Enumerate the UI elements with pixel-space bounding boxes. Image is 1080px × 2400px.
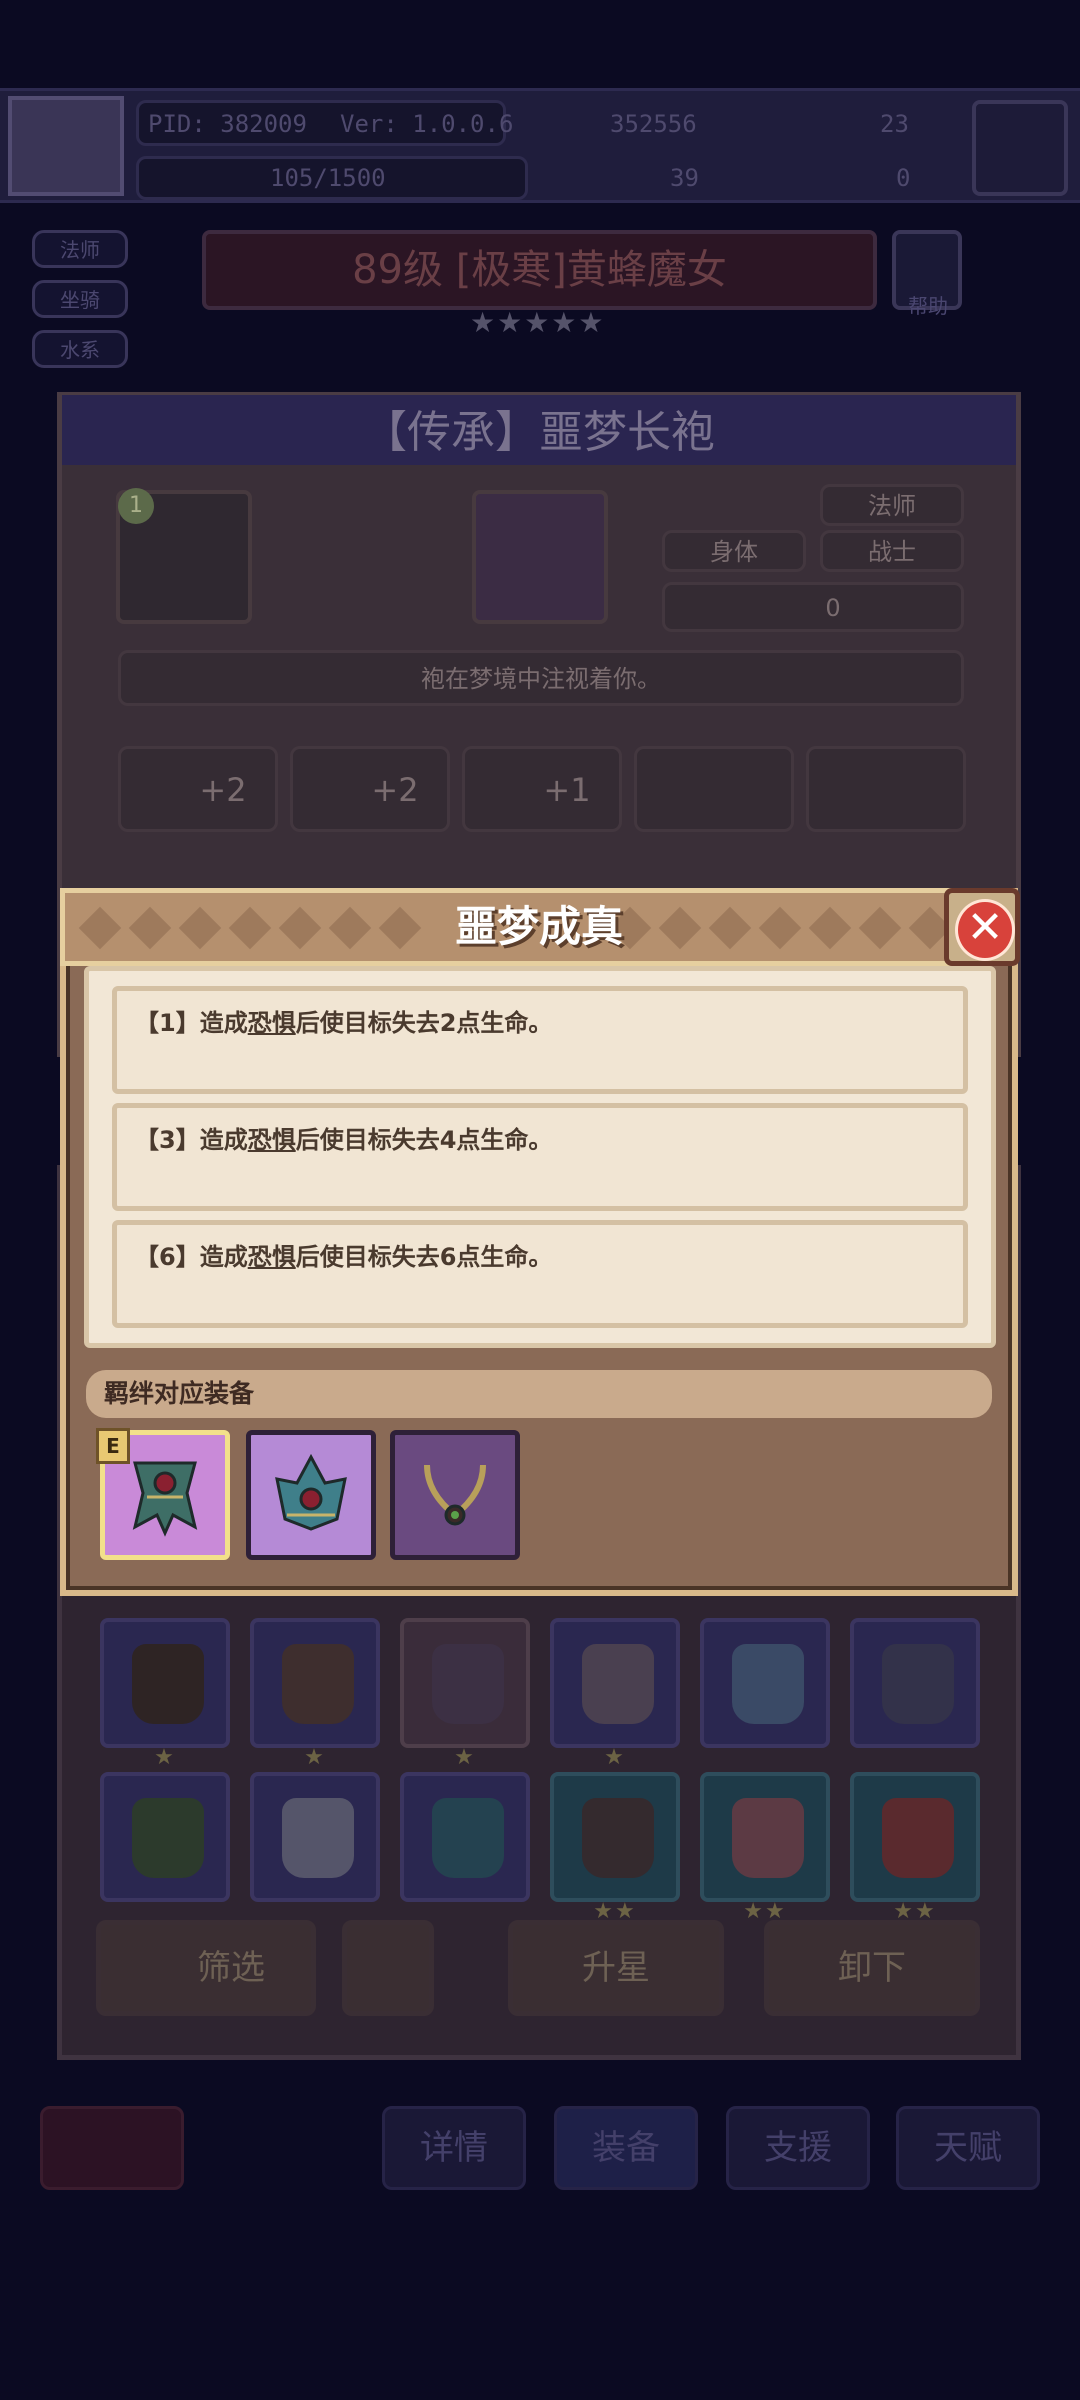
nav-equipment[interactable]: 装备 <box>554 2106 698 2190</box>
player-avatar[interactable] <box>8 96 124 196</box>
inventory-slot[interactable]: ★★ <box>850 1772 980 1924</box>
close-button[interactable]: ✕ <box>944 888 1020 966</box>
tag-mage: 法师 <box>820 484 964 526</box>
ticket-amount: 0 <box>896 164 911 192</box>
pid-text: PID: 382009 <box>148 110 307 138</box>
inventory-slot[interactable]: ★★ <box>550 1772 680 1924</box>
back-arrow-icon[interactable] <box>40 2106 184 2190</box>
side-tag-class[interactable]: 法师 <box>32 230 128 268</box>
hero-stars: ★★★★★ <box>470 306 606 339</box>
equipped-badge: E <box>96 1428 130 1464</box>
bond-item-crown[interactable] <box>246 1430 376 1560</box>
robe-icon <box>132 1461 198 1537</box>
necklace-icon <box>424 1464 486 1526</box>
inventory-slot[interactable] <box>850 1618 980 1748</box>
stat-empty-1 <box>634 746 794 832</box>
fear-keyword[interactable]: 恐惧 <box>248 1126 296 1154</box>
inventory-slot[interactable]: ★ <box>100 1618 230 1770</box>
bond-item-necklace[interactable] <box>390 1430 520 1560</box>
version-text: Ver: 1.0.0.6 <box>340 110 514 138</box>
exp-text: 105/1500 <box>270 164 386 192</box>
inventory-slot[interactable]: ★★ <box>700 1772 830 1924</box>
crown-icon <box>275 1453 347 1531</box>
settings-gear-icon[interactable] <box>972 100 1068 196</box>
inventory-slot[interactable]: ★ <box>250 1618 380 1770</box>
bond-equipment-label: 羁绊对应装备 <box>86 1370 992 1418</box>
gold-amount: 352556 <box>610 110 697 138</box>
nav-support[interactable]: 支援 <box>726 2106 870 2190</box>
stat-empty-2 <box>806 746 966 832</box>
tag-body: 身体 <box>662 530 806 572</box>
inventory-slot-selected[interactable]: ★ <box>400 1618 530 1770</box>
nav-talent[interactable]: 天赋 <box>896 2106 1040 2190</box>
unequip-button[interactable]: 卸下 <box>764 1920 980 2016</box>
hero-title: 89级 [极寒]黄蜂魔女 <box>202 230 877 310</box>
item-icon-slot <box>472 490 608 624</box>
inventory-slot[interactable] <box>400 1772 530 1902</box>
gem-amount: 23 <box>880 110 909 138</box>
inventory-slot[interactable] <box>250 1772 380 1902</box>
nav-details[interactable]: 详情 <box>382 2106 526 2190</box>
upgrade-star-button[interactable]: 升星 <box>508 1920 724 2016</box>
clover-amount: 39 <box>670 164 699 192</box>
inventory-slot[interactable]: ★ <box>550 1618 680 1770</box>
modal-title: 噩梦成真 <box>454 902 623 951</box>
filter-button[interactable]: 筛选 <box>96 1920 316 2016</box>
unequip-label: 卸下 <box>838 1948 906 1988</box>
count-box: 0 <box>662 582 964 632</box>
inventory-slot[interactable] <box>700 1618 830 1748</box>
effect-tier-1: 【1】造成恐惧后使目标失去2点生命。 <box>112 986 968 1094</box>
upgrade-label: 升星 <box>582 1948 650 1988</box>
level-badge: 1 <box>118 488 154 524</box>
effect-tier-6: 【6】造成恐惧后使目标失去6点生命。 <box>112 1220 968 1328</box>
refresh-icon[interactable] <box>342 1920 434 2016</box>
fear-keyword[interactable]: 恐惧 <box>248 1243 296 1271</box>
inventory-slot[interactable] <box>100 1772 230 1902</box>
stat-1: +2 <box>118 746 278 832</box>
help-label: 帮助 <box>908 294 948 318</box>
item-title: 【传承】噩梦长袍 <box>363 407 715 458</box>
side-tag-mount[interactable]: 坐骑 <box>32 280 128 318</box>
fear-keyword[interactable]: 恐惧 <box>248 1009 296 1037</box>
close-icon: ✕ <box>955 899 1015 961</box>
inventory-grid: ★ ★ ★ ★ ★★ ★★ ★★ <box>100 1618 980 1924</box>
side-tag-element[interactable]: 水系 <box>32 330 128 368</box>
stat-3: +1 <box>462 746 622 832</box>
tag-warrior: 战士 <box>820 530 964 572</box>
stat-2: +2 <box>290 746 450 832</box>
effect-tier-3: 【3】造成恐惧后使目标失去4点生命。 <box>112 1103 968 1211</box>
item-description: 袍在梦境中注视着你。 <box>118 650 964 706</box>
filter-label: 筛选 <box>197 1948 265 1988</box>
